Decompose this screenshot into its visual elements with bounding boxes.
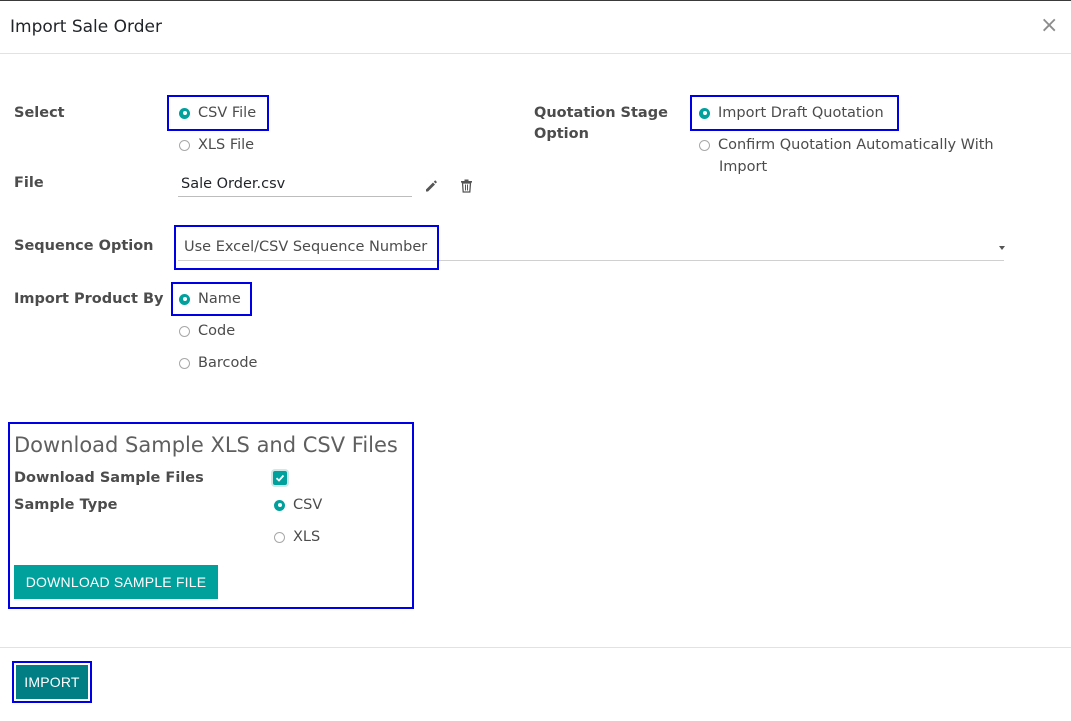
radio-checked-icon <box>179 107 190 119</box>
radio-label: Import Draft Quotation <box>718 105 884 121</box>
radio-confirm-quotation[interactable]: Confirm Quotation Automatically With <box>699 137 994 153</box>
radio-unchecked-icon <box>179 325 190 337</box>
radio-label: XLS <box>293 529 321 545</box>
checkmark-icon <box>275 474 285 482</box>
radio-checked-icon <box>274 499 285 511</box>
import-product-by-label: Import Product By <box>14 291 164 307</box>
radio-label: Barcode <box>198 355 258 371</box>
footer-divider <box>0 647 1071 648</box>
download-sample-file-button[interactable]: DOWNLOAD SAMPLE FILE <box>14 565 218 599</box>
dialog-header: Import Sale Order × <box>0 1 1071 54</box>
radio-label: XLS File <box>198 137 255 153</box>
download-sample-files-label: Download Sample Files <box>14 470 204 486</box>
radio-sample-xls[interactable]: XLS <box>274 529 320 545</box>
radio-label: CSV <box>293 497 323 513</box>
sequence-option-label: Sequence Option <box>14 238 154 254</box>
radio-unchecked-icon <box>699 139 710 151</box>
sample-type-label: Sample Type <box>14 497 118 513</box>
radio-csv-file[interactable]: CSV File <box>179 105 256 121</box>
download-sample-files-checkbox[interactable] <box>273 471 287 485</box>
select-label: Select <box>14 105 65 121</box>
quotation-stage-label-line2: Option <box>534 126 589 142</box>
radio-sample-csv[interactable]: CSV <box>274 497 322 513</box>
radio-label: Confirm Quotation Automatically With <box>718 137 994 153</box>
sample-section-title: Download Sample XLS and CSV Files <box>14 433 398 457</box>
radio-label-continued: Import <box>719 159 768 175</box>
radio-xls-file[interactable]: XLS File <box>179 137 254 153</box>
radio-label: Code <box>198 323 236 339</box>
radio-import-draft-quotation[interactable]: Import Draft Quotation <box>699 105 884 121</box>
sequence-option-value: Use Excel/CSV Sequence Number <box>184 239 428 255</box>
radio-code[interactable]: Code <box>179 323 235 339</box>
radio-unchecked-icon <box>274 531 285 543</box>
radio-unchecked-icon <box>179 357 190 369</box>
radio-unchecked-icon <box>179 139 190 151</box>
close-icon[interactable]: × <box>1040 13 1058 39</box>
radio-barcode[interactable]: Barcode <box>179 355 257 371</box>
dropdown-caret-icon[interactable] <box>999 246 1005 250</box>
radio-label: Name <box>198 291 241 307</box>
file-name-field[interactable]: Sale Order.csv <box>178 173 412 197</box>
pencil-icon[interactable] <box>424 178 438 197</box>
radio-name[interactable]: Name <box>179 291 241 307</box>
radio-label: CSV File <box>198 105 257 121</box>
trash-icon[interactable] <box>460 178 473 197</box>
quotation-stage-label: Quotation Stage <box>534 105 668 121</box>
highlight-import-button <box>12 661 92 703</box>
dialog-title: Import Sale Order <box>10 17 162 37</box>
radio-checked-icon <box>699 107 710 119</box>
radio-checked-icon <box>179 293 190 305</box>
file-label: File <box>14 175 44 191</box>
